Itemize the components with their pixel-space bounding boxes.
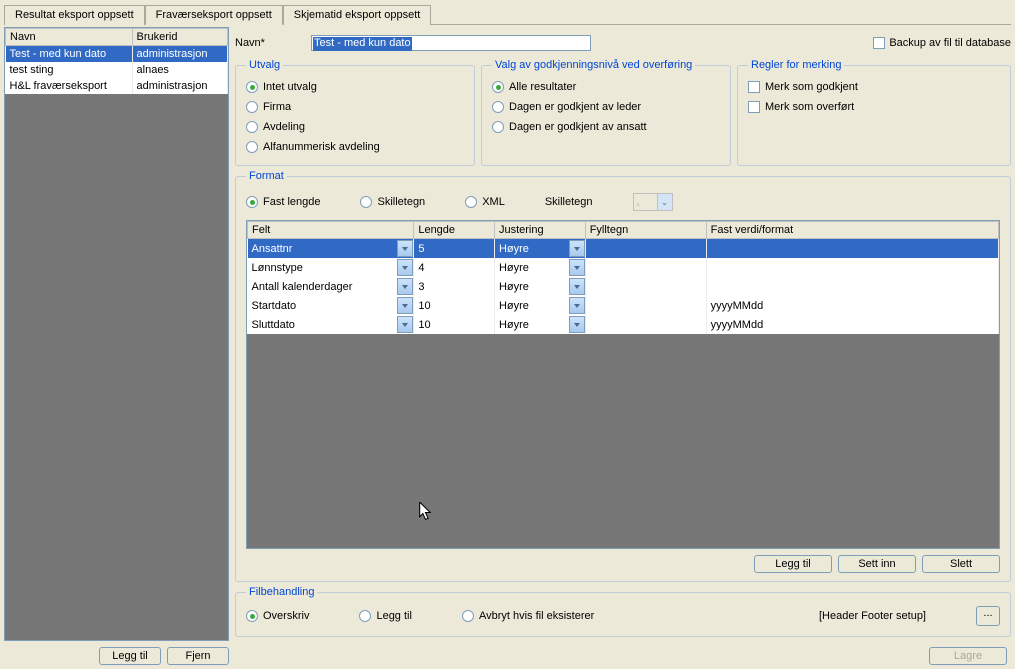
grid-add-button[interactable]: Legg til bbox=[754, 555, 832, 573]
tab-skjematid[interactable]: Skjematid eksport oppsett bbox=[283, 5, 432, 25]
skilletegn-combo[interactable]: ,⌄ bbox=[633, 193, 673, 211]
navn-input[interactable] bbox=[311, 35, 591, 51]
tab-fravaer[interactable]: Fraværseksport oppsett bbox=[145, 5, 283, 25]
backup-label: Backup av fil til database bbox=[889, 37, 1011, 49]
valg-fieldset: Valg av godkjenningsnivå ved overføring … bbox=[481, 59, 731, 166]
valg-radio-0[interactable] bbox=[492, 81, 504, 93]
regler-label-0: Merk som godkjent bbox=[765, 81, 858, 93]
chevron-down-icon[interactable] bbox=[397, 240, 413, 257]
table-row[interactable]: Sluttdato10HøyreyyyyMMdd bbox=[248, 315, 999, 334]
valg-radio-2[interactable] bbox=[492, 121, 504, 133]
tab-bar: Resultat eksport oppsett Fraværseksport … bbox=[4, 4, 1011, 25]
header-footer-label: [Header Footer setup] bbox=[819, 610, 926, 622]
chevron-down-icon[interactable] bbox=[569, 316, 585, 333]
format-legend: Format bbox=[246, 170, 287, 182]
table-row[interactable]: Ansattnr5Høyre bbox=[248, 239, 999, 259]
chevron-down-icon[interactable] bbox=[397, 297, 413, 314]
list-remove-button[interactable]: Fjern bbox=[167, 647, 229, 665]
utvalg-radio-3[interactable] bbox=[246, 141, 258, 153]
table-row[interactable]: Lønnstype4Høyre bbox=[248, 258, 999, 277]
format-radio-label-2: XML bbox=[482, 196, 505, 208]
chevron-down-icon[interactable] bbox=[397, 259, 413, 276]
filbehandling-fieldset: Filbehandling Overskriv Legg til Avbryt hv… bbox=[235, 586, 1011, 637]
format-radio-label-1: Skilletegn bbox=[377, 196, 425, 208]
tab-resultat[interactable]: Resultat eksport oppsett bbox=[4, 5, 145, 25]
format-radio-0[interactable] bbox=[246, 196, 258, 208]
chevron-down-icon[interactable] bbox=[569, 240, 585, 257]
chevron-down-icon[interactable] bbox=[569, 259, 585, 276]
chevron-down-icon[interactable] bbox=[397, 278, 413, 295]
skilletegn-label: Skilletegn bbox=[545, 196, 593, 208]
grid-header[interactable]: Fast verdi/format bbox=[706, 222, 998, 239]
utvalg-radio-2[interactable] bbox=[246, 121, 258, 133]
filbehandling-label-2: Avbryt hvis fil eksisterer bbox=[479, 610, 594, 622]
col-navn[interactable]: Navn bbox=[6, 29, 133, 46]
valg-label-0: Alle resultater bbox=[509, 81, 576, 93]
chevron-down-icon[interactable]: ⌄ bbox=[657, 194, 672, 210]
table-row[interactable]: Antall kalenderdager3Høyre bbox=[248, 277, 999, 296]
grid-delete-button[interactable]: Slett bbox=[922, 555, 1000, 573]
filbehandling-radio-1[interactable] bbox=[359, 610, 371, 622]
list-item[interactable]: Test - med kun datoadministrasjon bbox=[6, 46, 228, 63]
utvalg-label-0: Intet utvalg bbox=[263, 81, 317, 93]
chevron-down-icon[interactable] bbox=[397, 316, 413, 333]
backup-checkbox[interactable] bbox=[873, 37, 885, 49]
regler-fieldset: Regler for merking Merk som godkjent Merk… bbox=[737, 59, 1011, 166]
format-fieldset: Format Fast lengde Skilletegn XML Skilleteg… bbox=[235, 170, 1011, 582]
valg-legend: Valg av godkjenningsnivå ved overføring bbox=[492, 59, 695, 71]
lagre-button[interactable]: Lagre bbox=[929, 647, 1007, 665]
utvalg-label-3: Alfanummerisk avdeling bbox=[263, 141, 380, 153]
regler-label-1: Merk som overført bbox=[765, 101, 854, 113]
chevron-down-icon[interactable] bbox=[569, 297, 585, 314]
utvalg-label-2: Avdeling bbox=[263, 121, 305, 133]
col-brukerid[interactable]: Brukerid bbox=[132, 29, 227, 46]
regler-checkbox-1[interactable] bbox=[748, 101, 760, 113]
setup-list[interactable]: Navn Brukerid Test - med kun datoadminis… bbox=[4, 27, 229, 641]
format-radio-1[interactable] bbox=[360, 196, 372, 208]
filbehandling-radio-2[interactable] bbox=[462, 610, 474, 622]
regler-checkbox-0[interactable] bbox=[748, 81, 760, 93]
grid-header[interactable]: Justering bbox=[494, 222, 585, 239]
list-item[interactable]: H&L fraværseksportadministrasjon bbox=[6, 78, 228, 94]
list-item[interactable]: test stingalnaes bbox=[6, 62, 228, 78]
format-radio-label-0: Fast lengde bbox=[263, 196, 320, 208]
format-radio-2[interactable] bbox=[465, 196, 477, 208]
utvalg-label-1: Firma bbox=[263, 101, 291, 113]
utvalg-radio-0[interactable] bbox=[246, 81, 258, 93]
regler-legend: Regler for merking bbox=[748, 59, 844, 71]
header-footer-button[interactable]: ... bbox=[976, 606, 1000, 626]
valg-radio-1[interactable] bbox=[492, 101, 504, 113]
utvalg-fieldset: Utvalg Intet utvalg Firma Avdeling Alfanumm… bbox=[235, 59, 475, 166]
utvalg-legend: Utvalg bbox=[246, 59, 283, 71]
grid-header[interactable]: Fylltegn bbox=[585, 222, 706, 239]
valg-label-2: Dagen er godkjent av ansatt bbox=[509, 121, 647, 133]
format-grid[interactable]: FeltLengdeJusteringFylltegnFast verdi/fo… bbox=[246, 220, 1000, 549]
grid-header[interactable]: Felt bbox=[248, 222, 414, 239]
list-add-button[interactable]: Legg til bbox=[99, 647, 161, 665]
filbehandling-radio-0[interactable] bbox=[246, 610, 258, 622]
valg-label-1: Dagen er godkjent av leder bbox=[509, 101, 641, 113]
filbehandling-label-1: Legg til bbox=[376, 610, 411, 622]
utvalg-radio-1[interactable] bbox=[246, 101, 258, 113]
grid-insert-button[interactable]: Sett inn bbox=[838, 555, 916, 573]
table-row[interactable]: Startdato10HøyreyyyyMMdd bbox=[248, 296, 999, 315]
filbehandling-legend: Filbehandling bbox=[246, 586, 317, 598]
navn-label: Navn* bbox=[235, 37, 305, 49]
chevron-down-icon[interactable] bbox=[569, 278, 585, 295]
filbehandling-label-0: Overskriv bbox=[263, 610, 309, 622]
grid-header[interactable]: Lengde bbox=[414, 222, 495, 239]
